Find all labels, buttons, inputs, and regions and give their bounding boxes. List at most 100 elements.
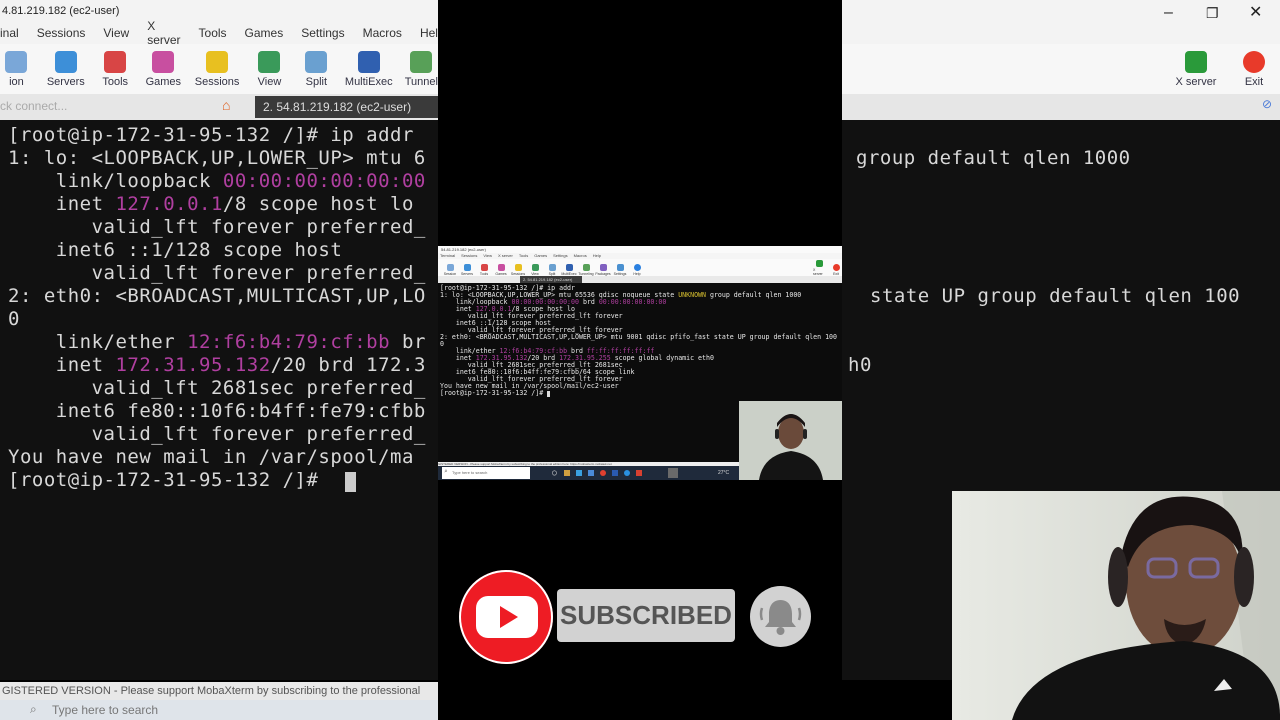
menu-item-view[interactable]: View xyxy=(103,26,129,40)
toolbar-help-button[interactable]: Help xyxy=(631,264,643,276)
terminal-line: group default qlen 1000 xyxy=(856,147,1131,169)
toolbar-xserver-button[interactable]: X server xyxy=(813,260,825,276)
toolbar-split-button[interactable]: Split xyxy=(300,51,333,88)
toolbar-tunneling-button[interactable]: Tunnel xyxy=(405,51,438,88)
tab-bar: ck connect... ⌂ 2. 54.81.219.182 (ec2-us… xyxy=(0,94,438,120)
split-icon xyxy=(305,51,328,73)
background-terminal-left: 4.81.219.182 (ec2-user) inal Sessions Vi… xyxy=(0,0,438,720)
games-icon xyxy=(497,264,505,271)
toolbar-sessions-button[interactable]: Sessions xyxy=(511,264,525,276)
toolbar-games-button[interactable]: Games xyxy=(146,51,181,88)
session-tab[interactable]: 2. 54.81.219.182 (ec2-user) xyxy=(520,276,582,283)
session-tab[interactable]: 2. 54.81.219.182 (ec2-user) xyxy=(255,96,438,118)
app-icon[interactable] xyxy=(624,470,630,476)
store-icon[interactable] xyxy=(588,470,594,476)
toolbar-packages-button[interactable]: Packages xyxy=(595,264,611,276)
subscribed-button[interactable]: SUBSCRIBED xyxy=(557,589,735,642)
menu-item-tools[interactable]: Tools xyxy=(199,26,227,40)
webcam-large xyxy=(952,491,1280,720)
attach-icon[interactable]: ⊘ xyxy=(1262,97,1272,111)
tunnel-icon xyxy=(410,51,433,73)
toolbar-session-button[interactable]: Session xyxy=(444,264,456,276)
search-icon[interactable]: ⌕ xyxy=(30,702,37,717)
tab-bar: 2. 54.81.219.182 (ec2-user) xyxy=(438,276,842,283)
terminal-line: 0 xyxy=(8,308,20,330)
toolbar-tools-button[interactable]: Tools xyxy=(478,264,490,276)
toolbar-xserver-button[interactable]: X server xyxy=(1174,51,1218,88)
terminal-line: 1: lo: <LOOPBACK,UP,LOWER_UP> mtu 6 xyxy=(8,147,426,169)
chrome-icon[interactable] xyxy=(600,470,606,476)
terminal-output[interactable]: [root@ip-172-31-95-132 /]# ip addr 1: lo… xyxy=(0,120,438,680)
search-icon: ⌕ xyxy=(444,468,448,475)
toolbar-settings-button[interactable]: Settings xyxy=(614,264,626,276)
terminal-line: h0 xyxy=(848,354,872,376)
toolbar-servers-button[interactable]: Servers xyxy=(47,51,85,88)
minimize-icon[interactable]: – xyxy=(1164,2,1173,24)
home-icon[interactable]: ⌂ xyxy=(222,97,230,113)
task-view-icon[interactable]: ○ xyxy=(552,468,557,477)
app-icon[interactable] xyxy=(636,470,642,476)
terminal-line: 2: eth0: <BROADCAST,MULTICAST,UP,LO xyxy=(8,285,426,307)
notification-bell-button[interactable] xyxy=(750,586,811,647)
window-controls: – ❐ ✕ xyxy=(842,0,1280,44)
tab-bar-right: ⊘ xyxy=(842,94,1280,120)
app-icon[interactable] xyxy=(612,470,618,476)
menu-item-macros[interactable]: Macros xyxy=(363,26,402,40)
terminal-line: link/loopback 00:00:00:00:00:00 xyxy=(8,170,426,192)
star-icon xyxy=(514,264,522,271)
menu-bar: inal Sessions View X server Tools Games … xyxy=(0,19,438,47)
toolbar-multiexec-button[interactable]: MultiExec xyxy=(345,51,393,88)
close-icon[interactable]: ✕ xyxy=(1249,2,1262,24)
multiexec-icon xyxy=(357,51,380,73)
power-icon xyxy=(832,264,840,271)
maximize-icon[interactable]: ❐ xyxy=(1206,2,1219,24)
toolbar-session-button[interactable]: ion xyxy=(0,51,33,88)
mobaxterm-task-icon[interactable] xyxy=(668,468,678,478)
tunnel-icon xyxy=(582,264,590,271)
toolbar-exit-button[interactable]: Exit xyxy=(830,264,842,276)
explorer-icon[interactable] xyxy=(564,470,570,476)
view-icon xyxy=(258,51,281,73)
help-icon xyxy=(633,264,641,271)
menu-item-help[interactable]: Help xyxy=(420,26,438,40)
toolbar-sessions-button[interactable]: Sessions xyxy=(195,51,239,88)
menu-item-games[interactable]: Games xyxy=(245,26,284,40)
quick-connect-input[interactable]: ck connect... xyxy=(0,99,67,113)
youtube-play-icon xyxy=(476,596,538,638)
multiexec-icon xyxy=(565,264,573,271)
terminal-line: inet 172.31.95.132/20 brd 172.3 xyxy=(8,354,426,376)
session-icon xyxy=(446,264,454,271)
packages-icon xyxy=(599,264,607,271)
toolbar-split-button[interactable]: Split xyxy=(546,264,558,276)
toolbar-games-button[interactable]: Games xyxy=(495,264,507,276)
power-icon xyxy=(1243,51,1265,73)
gear-icon xyxy=(616,264,624,271)
taskbar-search-input[interactable]: Type here to search xyxy=(442,467,530,479)
menu-item-sessions[interactable]: Sessions xyxy=(37,26,86,40)
menu-item-settings[interactable]: Settings xyxy=(301,26,344,40)
toolbar-servers-button[interactable]: Servers xyxy=(461,264,473,276)
games-icon xyxy=(152,51,175,73)
session-icon xyxy=(5,51,28,73)
toolbar-tunneling-button[interactable]: Tunneling xyxy=(578,264,594,276)
servers-icon xyxy=(463,264,471,271)
terminal-line: link/ether 12:f6:b4:79:cf:bb br xyxy=(8,331,426,353)
toolbar-right: X server Exit xyxy=(842,44,1280,94)
terminal-line: inet6 fe80::10f6:b4ff:fe79:cfbb xyxy=(8,400,426,422)
toolbar-tools-button[interactable]: Tools xyxy=(99,51,132,88)
toolbar-multiexec-button[interactable]: MultiExec xyxy=(561,264,577,276)
menu-item-xserver[interactable]: X server xyxy=(147,19,180,47)
menu-item-terminal[interactable]: inal xyxy=(0,26,19,40)
window-title: 54.81.219.182 (ec2-user) xyxy=(438,246,842,253)
terminal-line: valid_lft 2681sec preferred_ xyxy=(8,377,426,399)
taskbar-search-input[interactable]: Type here to search xyxy=(52,703,158,717)
terminal-line: inet6 ::1/128 scope host xyxy=(8,239,343,261)
toolbar-view-button[interactable]: View xyxy=(529,264,541,276)
terminal-line: valid_lft forever preferred_ xyxy=(8,262,426,284)
toolbar-view-button[interactable]: View xyxy=(253,51,286,88)
toolbar-exit-button[interactable]: Exit xyxy=(1232,51,1276,88)
status-bar: GISTERED VERSION - Please support MobaXt… xyxy=(0,682,438,715)
split-icon xyxy=(548,264,556,271)
person-icon xyxy=(952,491,1280,720)
edge-icon[interactable] xyxy=(576,470,582,476)
